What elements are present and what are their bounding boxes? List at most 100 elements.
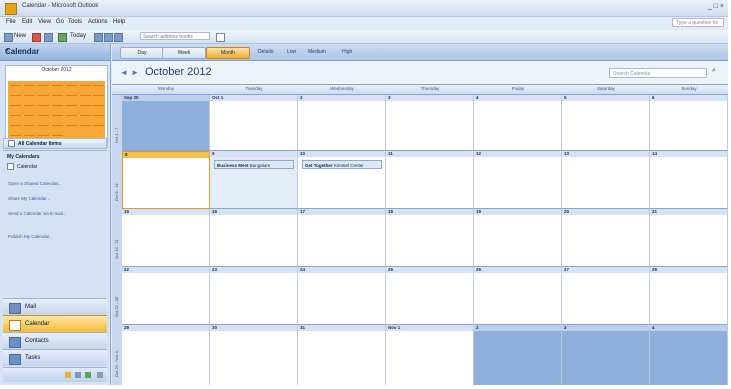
menu-actions[interactable]: Actions — [88, 19, 108, 25]
tab-week[interactable]: Week — [162, 47, 206, 59]
publish-my-calendar-link[interactable]: Publish My Calendar... — [8, 234, 104, 240]
navigation-pane: Calendar « October 2012 SMTWTFS All Cale… — [0, 44, 111, 385]
address-book-icon[interactable] — [58, 33, 67, 42]
calendar-header: ◄ ► October 2012 Search Calendar ⌕ — [112, 61, 728, 83]
day-cell[interactable]: 23 — [210, 267, 298, 325]
day-cell[interactable]: 11 — [386, 151, 474, 209]
all-items-label: All Calendar Items — [18, 141, 62, 147]
new-button[interactable]: New — [14, 33, 26, 39]
divider — [3, 150, 107, 151]
tab-day[interactable]: Day — [120, 47, 164, 59]
forward-arrow-icon[interactable]: ► — [131, 68, 139, 77]
day-cell[interactable]: 20 — [562, 209, 650, 267]
toolbar: New Today Search address books — [0, 30, 728, 44]
details-medium-option[interactable]: Medium — [308, 49, 326, 55]
day-cell[interactable]: 3 — [386, 95, 474, 151]
day-cell[interactable]: 4 — [474, 95, 562, 151]
nav-button-label: Calendar — [25, 321, 50, 327]
nav-button-calendar[interactable]: Calendar — [3, 315, 107, 332]
day-cell[interactable]: 31 — [298, 325, 386, 385]
print-icon[interactable] — [44, 33, 53, 42]
day-cell[interactable]: 15 — [122, 209, 210, 267]
day-cell[interactable]: 21 — [650, 209, 728, 267]
day-cell[interactable]: 2 — [474, 325, 562, 385]
share-my-calendar-link[interactable]: Share My Calendar... — [8, 196, 104, 202]
day-number: 12 — [474, 151, 561, 157]
notes-icon[interactable] — [65, 372, 71, 378]
calendar-checkbox-item[interactable]: Calendar — [3, 162, 107, 173]
mini-calendar[interactable]: October 2012 SMTWTFS — [5, 65, 108, 147]
day-number: 29 — [122, 325, 209, 331]
appointment[interactable]: Get Together Kimmel Center — [302, 160, 382, 169]
day-cell[interactable]: 30 — [210, 325, 298, 385]
day-view-icon[interactable] — [94, 33, 103, 42]
weekday-header: Monday — [157, 86, 174, 91]
nav-button-contacts[interactable]: Contacts — [3, 332, 107, 349]
day-cell[interactable]: 4 — [650, 325, 728, 385]
day-cell[interactable]: 6 — [650, 95, 728, 151]
today-button[interactable]: Today — [70, 33, 86, 39]
day-cell[interactable]: 28 — [650, 267, 728, 325]
calendar-search-input[interactable]: Search Calendar — [609, 68, 707, 78]
day-cell[interactable]: 12 — [474, 151, 562, 209]
day-cell[interactable]: 24 — [298, 267, 386, 325]
window-controls[interactable]: _ □ × — [708, 3, 724, 10]
menu-file[interactable]: File — [6, 19, 16, 25]
menu-edit[interactable]: Edit — [22, 19, 32, 25]
checkbox-icon[interactable] — [7, 163, 14, 171]
search-icon[interactable]: ⌕ — [712, 67, 716, 75]
day-number: 5 — [562, 95, 649, 101]
window-title: Calendar - Microsoft Outlook — [22, 3, 99, 9]
delete-icon[interactable] — [32, 33, 41, 42]
menu-view[interactable]: View — [38, 19, 51, 25]
all-calendar-items-dropdown[interactable]: All Calendar Items — [3, 138, 107, 149]
back-arrow-icon[interactable]: ◄ — [120, 68, 128, 77]
configure-buttons-icon[interactable] — [97, 372, 103, 378]
help-icon[interactable] — [216, 33, 225, 42]
day-cell[interactable]: 5 — [562, 95, 650, 151]
day-cell[interactable]: 27 — [562, 267, 650, 325]
day-cell[interactable]: 16 — [210, 209, 298, 267]
folder-list-icon[interactable] — [75, 372, 81, 378]
day-cell[interactable]: Oct 1 — [210, 95, 298, 151]
month-view-icon[interactable] — [114, 33, 123, 42]
shortcuts-icon[interactable] — [85, 372, 91, 378]
help-search-input[interactable]: Type a question for help — [672, 18, 724, 35]
collapse-icon[interactable]: « — [5, 47, 106, 54]
appointment-title: Business Meet — [217, 163, 249, 168]
details-high-option[interactable]: High — [342, 49, 352, 55]
day-cell[interactable]: 9 Business Meet Bangalore — [210, 151, 298, 209]
day-cell[interactable]: Nov 1 — [386, 325, 474, 385]
details-low-option[interactable]: Low — [287, 49, 296, 55]
week-view-icon[interactable] — [104, 33, 113, 42]
address-search-input[interactable]: Search address books — [140, 32, 210, 40]
tab-month[interactable]: Month — [206, 47, 250, 59]
menu-tools[interactable]: Tools — [68, 19, 82, 25]
send-calendar-email-link[interactable]: Send a Calendar via E-mail... — [8, 211, 104, 217]
day-cell[interactable]: 22 — [122, 267, 210, 325]
day-cell[interactable]: 14 — [650, 151, 728, 209]
day-cell[interactable]: 17 — [298, 209, 386, 267]
weekday-header: Wednesday — [330, 86, 354, 91]
open-shared-calendar-link[interactable]: Open a Shared Calendar... — [8, 181, 104, 187]
mini-calendar-days[interactable] — [8, 81, 105, 143]
day-cell[interactable]: 3 — [562, 325, 650, 385]
day-number: 19 — [474, 209, 561, 215]
day-number: 4 — [650, 325, 727, 331]
day-cell[interactable]: Sep 30 — [122, 95, 210, 151]
nav-button-mail[interactable]: Mail — [3, 298, 107, 315]
day-cell[interactable]: 19 — [474, 209, 562, 267]
nav-button-tasks[interactable]: Tasks — [3, 349, 107, 366]
day-cell[interactable]: 25 — [386, 267, 474, 325]
day-cell[interactable]: 2 — [298, 95, 386, 151]
new-item-icon[interactable] — [4, 33, 13, 42]
day-cell[interactable]: 10 Get Together Kimmel Center — [298, 151, 386, 209]
day-cell[interactable]: 18 — [386, 209, 474, 267]
menu-help[interactable]: Help — [113, 19, 125, 25]
menu-go[interactable]: Go — [56, 19, 64, 25]
day-cell[interactable]: 13 — [562, 151, 650, 209]
appointment[interactable]: Business Meet Bangalore — [214, 160, 294, 169]
day-cell[interactable]: 29 — [122, 325, 210, 385]
day-cell[interactable]: 26 — [474, 267, 562, 325]
day-cell-today[interactable]: 8 — [122, 151, 210, 209]
